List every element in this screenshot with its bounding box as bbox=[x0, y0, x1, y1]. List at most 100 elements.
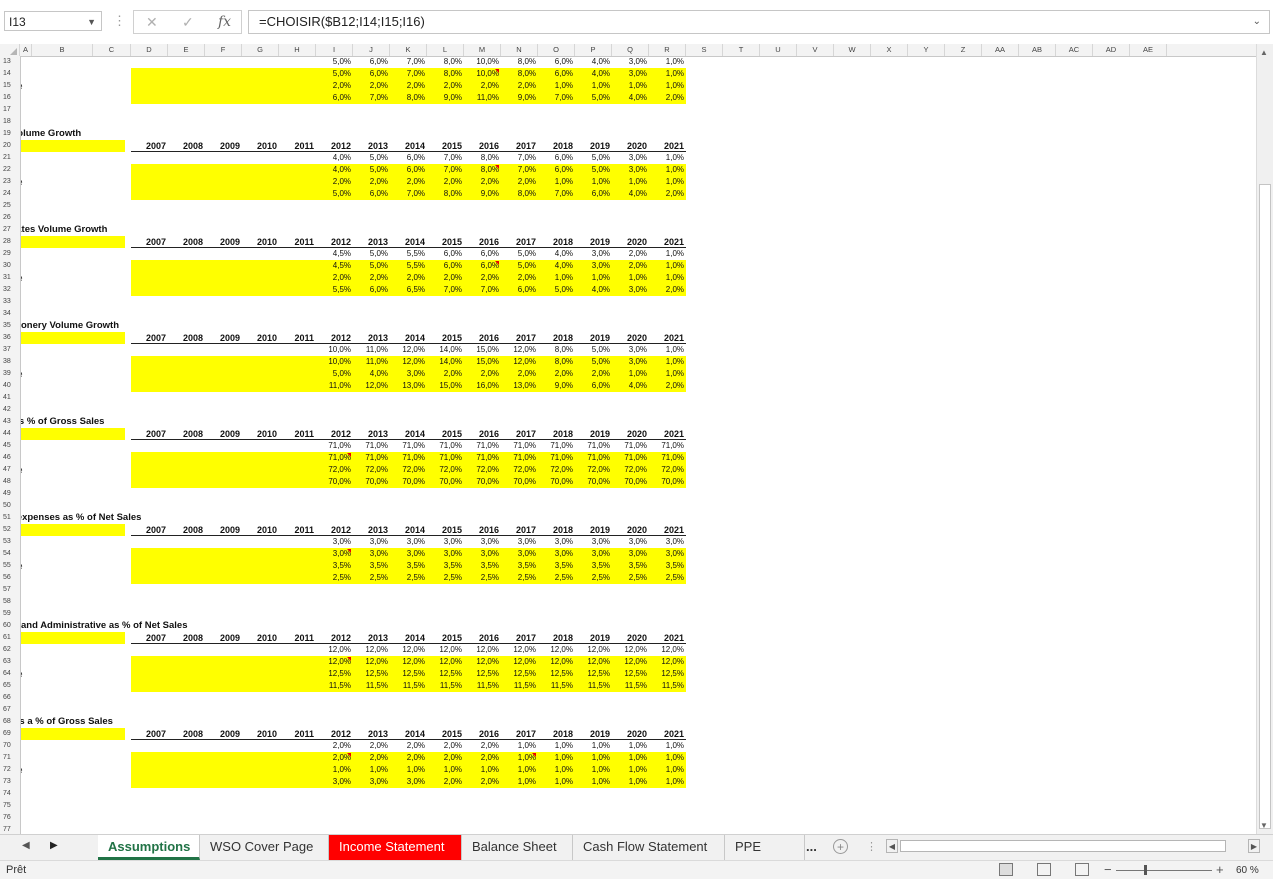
cell-value[interactable]: 1,0% bbox=[317, 764, 351, 776]
cell-value[interactable]: 1,0% bbox=[613, 272, 647, 284]
cell-value[interactable]: 72,0% bbox=[465, 464, 499, 476]
cell-value[interactable]: 3,5% bbox=[502, 560, 536, 572]
cell-value[interactable]: 1,0% bbox=[502, 764, 536, 776]
row-header[interactable]: 63 bbox=[0, 656, 20, 668]
cell-value[interactable]: 2,0% bbox=[428, 80, 462, 92]
cell-value[interactable]: 72,0% bbox=[613, 464, 647, 476]
cell-value[interactable]: 1,0% bbox=[502, 752, 536, 764]
cell-value[interactable]: 12,0% bbox=[502, 644, 536, 656]
column-header[interactable]: AA bbox=[982, 44, 1019, 56]
cell-value[interactable]: 1,0% bbox=[391, 764, 425, 776]
row-header[interactable]: 77 bbox=[0, 824, 20, 834]
row-header[interactable]: 22 bbox=[0, 164, 20, 176]
scroll-down-icon[interactable]: ▼ bbox=[1260, 821, 1268, 830]
cell-value[interactable]: 7,0% bbox=[502, 164, 536, 176]
cell-value[interactable]: 70,0% bbox=[650, 476, 684, 488]
cell-value[interactable]: 70,0% bbox=[539, 476, 573, 488]
cell-value[interactable]: 12,0% bbox=[650, 656, 684, 668]
cell-value[interactable]: 1,0% bbox=[576, 776, 610, 788]
cell-value[interactable]: 5,0% bbox=[354, 248, 388, 260]
cell-value[interactable]: 12,0% bbox=[354, 380, 388, 392]
cell-value[interactable]: 12,5% bbox=[317, 668, 351, 680]
cell-value[interactable]: 12,0% bbox=[317, 656, 351, 668]
cell-value[interactable]: 1,0% bbox=[428, 764, 462, 776]
cancel-icon[interactable]: ✕ bbox=[146, 14, 158, 31]
cell-value[interactable]: 11,5% bbox=[354, 680, 388, 692]
cell-value[interactable]: 3,0% bbox=[465, 536, 499, 548]
row-header[interactable]: 25 bbox=[0, 200, 20, 212]
cell-value[interactable]: 6,0% bbox=[576, 188, 610, 200]
cell-value[interactable]: 3,0% bbox=[428, 548, 462, 560]
vertical-scrollbar[interactable]: ▲ ▼ bbox=[1256, 44, 1273, 834]
cell-value[interactable]: 1,0% bbox=[613, 368, 647, 380]
cell-value[interactable]: 6,0% bbox=[465, 248, 499, 260]
row-header[interactable]: 18 bbox=[0, 116, 20, 128]
column-header[interactable]: J bbox=[353, 44, 390, 56]
cell-value[interactable]: 71,0% bbox=[428, 440, 462, 452]
scroll-up-icon[interactable]: ▲ bbox=[1260, 48, 1268, 57]
cell-value[interactable]: 4,0% bbox=[317, 152, 351, 164]
cell-value[interactable]: 2,0% bbox=[502, 80, 536, 92]
cell-value[interactable]: 2,0% bbox=[391, 752, 425, 764]
cell-value[interactable]: 1,0% bbox=[576, 752, 610, 764]
cell-value[interactable]: 8,0% bbox=[539, 344, 573, 356]
cell-value[interactable]: 1,0% bbox=[539, 752, 573, 764]
row-header[interactable]: 72 bbox=[0, 764, 20, 776]
normal-view-icon[interactable] bbox=[999, 863, 1013, 876]
cell-value[interactable]: 1,0% bbox=[576, 80, 610, 92]
cell-value[interactable]: 3,0% bbox=[613, 284, 647, 296]
cell-value[interactable]: 15,0% bbox=[465, 356, 499, 368]
row-header[interactable]: 61 bbox=[0, 632, 20, 644]
cell-value[interactable]: 2,0% bbox=[502, 272, 536, 284]
cell-value[interactable]: 3,5% bbox=[428, 560, 462, 572]
cell-value[interactable]: 12,5% bbox=[428, 668, 462, 680]
cell-value[interactable]: 6,0% bbox=[391, 164, 425, 176]
cell-value[interactable]: 2,0% bbox=[465, 368, 499, 380]
row-header[interactable]: 52 bbox=[0, 524, 20, 536]
row-header[interactable]: 19 bbox=[0, 128, 20, 140]
cell-value[interactable]: 1,0% bbox=[576, 740, 610, 752]
cell-value[interactable]: 3,0% bbox=[502, 536, 536, 548]
cell-value[interactable]: 2,0% bbox=[576, 368, 610, 380]
row-header[interactable]: 28 bbox=[0, 236, 20, 248]
cell-value[interactable]: 1,0% bbox=[650, 272, 684, 284]
sheet-tab[interactable]: Cash Flow Statement bbox=[573, 835, 725, 860]
cell-value[interactable]: 71,0% bbox=[465, 452, 499, 464]
cell-value[interactable]: 72,0% bbox=[650, 464, 684, 476]
cell-value[interactable]: 8,0% bbox=[502, 188, 536, 200]
cell-value[interactable]: 5,0% bbox=[317, 188, 351, 200]
column-header[interactable]: AE bbox=[1130, 44, 1167, 56]
cell-value[interactable]: 4,0% bbox=[576, 56, 610, 68]
cell-value[interactable]: 2,5% bbox=[502, 572, 536, 584]
column-header[interactable]: R bbox=[649, 44, 686, 56]
sheet-tab[interactable]: PPE Sched bbox=[725, 835, 805, 878]
cell-value[interactable]: 8,0% bbox=[465, 152, 499, 164]
cell-value[interactable]: 11,5% bbox=[391, 680, 425, 692]
cell-value[interactable]: 3,0% bbox=[576, 548, 610, 560]
cell-value[interactable]: 3,0% bbox=[354, 548, 388, 560]
cell-value[interactable]: 71,0% bbox=[317, 440, 351, 452]
cell-value[interactable]: 14,0% bbox=[428, 356, 462, 368]
cell-value[interactable]: 11,5% bbox=[539, 680, 573, 692]
row-header[interactable]: 75 bbox=[0, 800, 20, 812]
cell-value[interactable]: 70,0% bbox=[354, 476, 388, 488]
column-header[interactable]: I bbox=[316, 44, 353, 56]
name-box[interactable]: I13 ▼ bbox=[4, 11, 102, 31]
row-header[interactable]: 48 bbox=[0, 476, 20, 488]
cell-value[interactable]: 11,5% bbox=[613, 680, 647, 692]
row-header[interactable]: 54 bbox=[0, 548, 20, 560]
cell-grid[interactable]: Actual5,0%6,0%7,0%8,0%10,0%8,0%6,0%4,0%3… bbox=[21, 56, 1256, 834]
column-header[interactable]: F bbox=[205, 44, 242, 56]
cell-value[interactable]: 5,0% bbox=[539, 284, 573, 296]
cell-value[interactable]: 12,0% bbox=[502, 356, 536, 368]
cell-value[interactable]: 71,0% bbox=[502, 440, 536, 452]
cell-value[interactable]: 72,0% bbox=[576, 464, 610, 476]
cell-value[interactable]: 3,0% bbox=[613, 56, 647, 68]
cell-value[interactable]: 1,0% bbox=[650, 344, 684, 356]
cell-value[interactable]: 1,0% bbox=[650, 752, 684, 764]
column-header[interactable]: T bbox=[723, 44, 760, 56]
cell-value[interactable]: 71,0% bbox=[465, 440, 499, 452]
row-header[interactable]: 64 bbox=[0, 668, 20, 680]
cell-value[interactable]: 4,0% bbox=[613, 92, 647, 104]
cell-value[interactable]: 12,0% bbox=[539, 644, 573, 656]
